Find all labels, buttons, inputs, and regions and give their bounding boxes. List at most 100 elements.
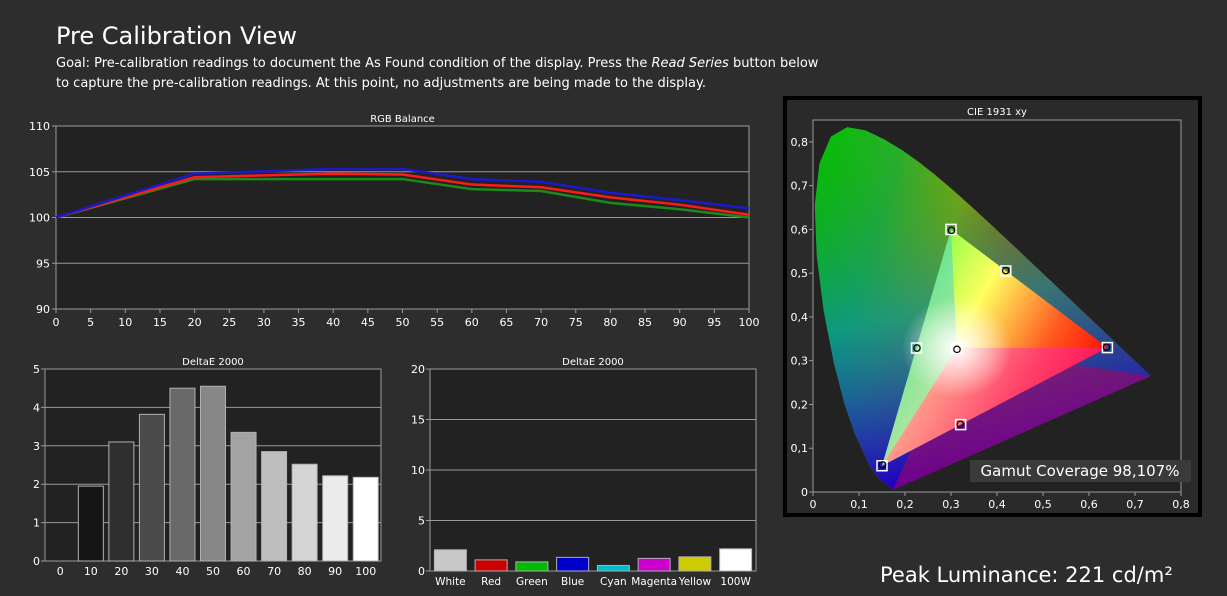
bar xyxy=(200,385,226,562)
y-tick-label: 95 xyxy=(36,257,50,270)
read-series-reference: Read Series xyxy=(651,56,729,71)
y-tick-label: 90 xyxy=(36,303,50,316)
y-tick-label: 0,8 xyxy=(791,136,809,149)
x-tick-label: Red xyxy=(481,576,501,588)
bar xyxy=(352,476,379,562)
x-tick-label: 0,4 xyxy=(988,498,1006,511)
goal-text: Goal: Pre-calibration readings to docume… xyxy=(56,54,826,94)
y-tick-label: 15 xyxy=(411,414,425,427)
x-tick-label: 40 xyxy=(326,316,340,329)
x-tick-label: 10 xyxy=(84,565,98,578)
y-tick-label: 0 xyxy=(33,555,40,568)
y-tick-label: 10 xyxy=(411,464,425,477)
x-tick-label: 20 xyxy=(114,565,128,578)
x-tick-label: 50 xyxy=(396,316,410,329)
bar xyxy=(108,441,135,562)
x-tick-label: Blue xyxy=(561,576,584,588)
deltae-grayscale-chart: 0 1 2 3 4 5 DeltaE 2000 0 10 20 30 40 50 60 70 80 90 100 xyxy=(33,357,382,578)
bar xyxy=(169,387,196,562)
y-tick-label: 2 xyxy=(33,478,40,491)
x-tick-label: 100W xyxy=(720,576,751,588)
bar xyxy=(230,431,257,562)
x-tick-label: 30 xyxy=(257,316,271,329)
x-tick-label: 5 xyxy=(87,316,94,329)
y-tick-label: 0,6 xyxy=(791,223,809,236)
cie-1931-chart: 0 0,1 0,2 0,3 0,4 0,5 0,6 0,7 0,8 0 0,1 0,2 0,3 0,4 0,… xyxy=(791,107,1191,511)
x-tick-label: 0 xyxy=(53,316,60,329)
x-tick-label: 10 xyxy=(118,316,132,329)
x-tick-label: 0,6 xyxy=(1080,498,1098,511)
chart-title: DeltaE 2000 xyxy=(182,357,244,368)
y-tick-label: 0,5 xyxy=(791,267,809,280)
x-tick-label: 90 xyxy=(328,565,342,578)
y-tick-label: 0 xyxy=(801,486,808,499)
y-tick-label: 0,2 xyxy=(791,398,809,411)
y-tick-label: 3 xyxy=(33,440,40,453)
x-tick-label: Cyan xyxy=(600,576,627,588)
goal-text-prefix: Goal: Pre-calibration readings to docume… xyxy=(56,56,652,71)
gamut-coverage-label: Gamut Coverage 98,107% xyxy=(981,462,1180,480)
rgb-balance-chart: 90 95 100 105 110 0 5 10 15 20 25 30 35 40 45 50 55 60 65 7… xyxy=(29,114,760,329)
x-tick-label: 0,3 xyxy=(942,498,960,511)
bar xyxy=(291,463,318,562)
y-tick-label: 0,7 xyxy=(791,180,809,193)
x-tick-label: 70 xyxy=(267,565,281,578)
x-tick-label: 75 xyxy=(569,316,583,329)
bar xyxy=(474,559,508,572)
x-tick-label: 35 xyxy=(292,316,306,329)
bar xyxy=(719,548,753,572)
x-tick-label: Magenta xyxy=(631,576,677,588)
x-tick-label: 80 xyxy=(298,565,312,578)
y-tick-label: 0,4 xyxy=(791,311,809,324)
x-tick-label: 25 xyxy=(222,316,236,329)
y-tick-label: 5 xyxy=(33,363,40,376)
page-title: Pre Calibration View xyxy=(56,22,297,50)
x-tick-label: 0 xyxy=(810,498,817,511)
x-tick-label: 50 xyxy=(206,565,220,578)
deltae-colors-chart: 0 5 10 15 20 DeltaE 2000 White Red Green Blue Cyan… xyxy=(411,357,757,588)
bar xyxy=(637,557,671,572)
y-tick-label: 5 xyxy=(418,515,425,528)
x-tick-label: 0,8 xyxy=(1172,498,1190,511)
y-tick-label: 100 xyxy=(29,212,50,225)
y-tick-label: 4 xyxy=(33,401,40,414)
y-tick-label: 110 xyxy=(29,120,50,133)
x-tick-label: 100 xyxy=(739,316,760,329)
cie-diagram-panel: 0 0,1 0,2 0,3 0,4 0,5 0,6 0,7 0,8 0 0,1 0,2 0,3 0,4 0,… xyxy=(783,96,1202,517)
bar xyxy=(138,413,165,562)
x-tick-label: 100 xyxy=(355,565,376,578)
x-tick-label: 20 xyxy=(188,316,202,329)
x-tick-label: 60 xyxy=(237,565,251,578)
x-tick-label: 0,5 xyxy=(1034,498,1052,511)
x-tick-label: 55 xyxy=(430,316,444,329)
x-tick-label: 65 xyxy=(499,316,513,329)
bar xyxy=(678,556,712,572)
x-tick-label: 30 xyxy=(145,565,159,578)
x-tick-label: 0,1 xyxy=(850,498,868,511)
x-tick-label: White xyxy=(435,576,466,588)
x-tick-label: 95 xyxy=(707,316,721,329)
bar xyxy=(433,549,467,572)
x-tick-label: 0 xyxy=(57,565,64,578)
bar xyxy=(261,451,288,562)
x-tick-label: 80 xyxy=(603,316,617,329)
y-tick-label: 0,3 xyxy=(791,355,809,368)
x-tick-label: 0,7 xyxy=(1126,498,1144,511)
y-tick-label: 0,1 xyxy=(791,442,809,455)
x-tick-label: 60 xyxy=(465,316,479,329)
y-tick-label: 0 xyxy=(418,565,425,578)
chart-title: CIE 1931 xy xyxy=(967,107,1027,118)
x-tick-label: 40 xyxy=(175,565,189,578)
x-tick-label: 85 xyxy=(638,316,652,329)
bar xyxy=(596,564,630,572)
x-tick-label: 45 xyxy=(361,316,375,329)
chart-title: RGB Balance xyxy=(370,114,435,125)
bar xyxy=(77,485,104,562)
chart-title: DeltaE 2000 xyxy=(562,357,624,368)
bar xyxy=(556,556,590,572)
white-point-glow xyxy=(901,298,1012,399)
peak-luminance: Peak Luminance: 221 cd/m² xyxy=(880,563,1173,587)
y-tick-label: 1 xyxy=(33,517,40,530)
x-tick-label: 0,2 xyxy=(896,498,914,511)
x-tick-label: Green xyxy=(516,576,548,588)
